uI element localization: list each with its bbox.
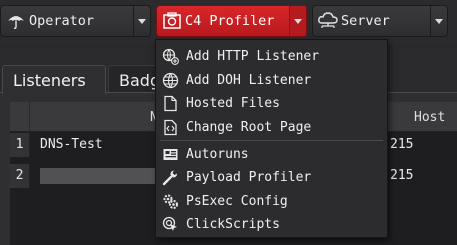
wrench-icon bbox=[161, 169, 179, 187]
redacted-name bbox=[40, 168, 165, 184]
menu-item-label: Add HTTP Listener bbox=[186, 49, 320, 65]
toolbar: Operator C4 Profiler Server bbox=[0, 0, 457, 44]
server-dropdown[interactable]: Server bbox=[312, 5, 448, 37]
server-label: Server bbox=[341, 13, 390, 29]
operator-dropdown-arrow[interactable] bbox=[133, 6, 150, 36]
profiler-box-icon bbox=[161, 10, 183, 32]
row-number: 1 bbox=[10, 133, 30, 157]
row-number: 2 bbox=[10, 164, 30, 188]
gears-icon bbox=[161, 192, 179, 210]
menu-item-psexec-config[interactable]: PsExec Config bbox=[156, 190, 387, 214]
column-header-host[interactable]: Host bbox=[414, 110, 445, 125]
menu-item-label: Change Root Page bbox=[186, 120, 312, 136]
profiler-menu: Add HTTP Listener Add DOH Listener Hoste… bbox=[155, 39, 388, 238]
menu-item-label: Hosted Files bbox=[186, 96, 280, 112]
click-icon bbox=[161, 216, 179, 234]
operator-umbrella-icon bbox=[5, 10, 27, 32]
listener-host: 215 bbox=[390, 137, 414, 152]
operator-label: Operator bbox=[29, 13, 95, 29]
row-number-header bbox=[10, 102, 30, 132]
tab-listeners[interactable]: Listeners bbox=[2, 65, 106, 94]
profiler-label: C4 Profiler bbox=[185, 13, 275, 29]
chevron-down-icon bbox=[294, 18, 302, 24]
menu-item-autoruns[interactable]: Autoruns bbox=[156, 142, 387, 166]
listener-name: DNS-Test bbox=[40, 137, 103, 152]
cloud-server-icon bbox=[317, 10, 339, 32]
menu-item-label: ClickScripts bbox=[186, 217, 280, 233]
menu-separator bbox=[160, 140, 383, 142]
menu-item-hosted-files[interactable]: Hosted Files bbox=[156, 92, 387, 116]
menu-item-label: Payload Profiler bbox=[186, 170, 312, 186]
menu-item-add-doh-listener[interactable]: Add DOH Listener bbox=[156, 69, 387, 93]
profiler-dropdown-arrow[interactable] bbox=[289, 6, 306, 36]
html-file-icon bbox=[161, 119, 179, 137]
file-icon bbox=[161, 95, 179, 113]
globe-icon bbox=[161, 71, 179, 89]
menu-item-change-root-page[interactable]: Change Root Page bbox=[156, 116, 387, 140]
menu-item-label: Add DOH Listener bbox=[186, 72, 312, 88]
menu-item-clickscripts[interactable]: ClickScripts bbox=[156, 213, 387, 237]
menu-item-label: PsExec Config bbox=[186, 193, 288, 209]
menu-item-add-http-listener[interactable]: Add HTTP Listener bbox=[156, 45, 387, 69]
operator-dropdown[interactable]: Operator bbox=[0, 5, 151, 37]
chevron-down-icon bbox=[435, 18, 443, 24]
menu-item-payload-profiler[interactable]: Payload Profiler bbox=[156, 166, 387, 190]
profiler-dropdown[interactable]: C4 Profiler bbox=[156, 5, 307, 37]
server-dropdown-arrow[interactable] bbox=[430, 6, 447, 36]
autoruns-icon bbox=[161, 145, 179, 163]
menu-item-label: Autoruns bbox=[186, 146, 249, 162]
chevron-down-icon bbox=[138, 18, 146, 24]
add-http-listener-icon bbox=[161, 48, 179, 66]
listener-host: 215 bbox=[390, 168, 414, 183]
